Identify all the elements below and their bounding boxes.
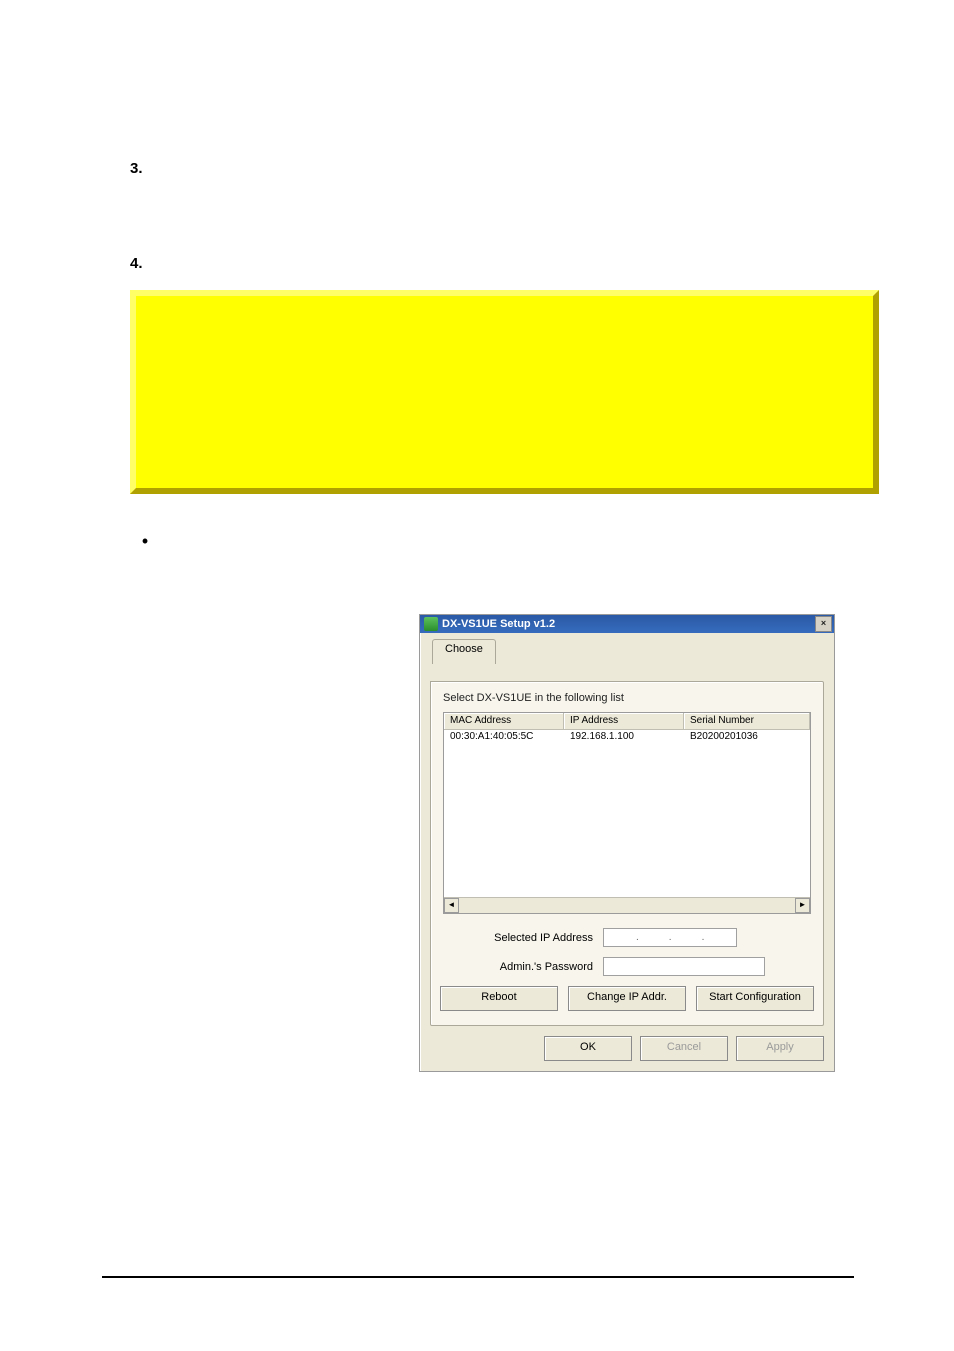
list-header: MAC Address IP Address Serial Number xyxy=(444,713,810,730)
cancel-button: Cancel xyxy=(640,1036,728,1061)
admin-password-input[interactable] xyxy=(603,957,765,976)
list-text-4 xyxy=(164,255,879,272)
list-text-3 xyxy=(164,160,879,177)
change-ip-button[interactable]: Change IP Addr. xyxy=(568,986,686,1011)
dialog-body: Choose Select DX-VS1UE in the following … xyxy=(420,633,834,1071)
label-selected-ip: Selected IP Address xyxy=(443,932,603,944)
selected-ip-input[interactable]: . . . xyxy=(603,928,737,947)
col-header-sn[interactable]: Serial Number xyxy=(684,713,810,730)
list-body[interactable]: 00:30:A1:40:05:5C 192.168.1.100 B2020020… xyxy=(444,730,810,913)
cell-sn: B20200201036 xyxy=(684,730,810,744)
dialog-bottom-buttons: OK Cancel Apply xyxy=(430,1036,824,1061)
reboot-button[interactable]: Reboot xyxy=(440,986,558,1011)
scroll-left-icon[interactable]: ◄ xyxy=(444,898,459,913)
cell-mac: 00:30:A1:40:05:5C xyxy=(444,730,564,744)
scroll-track[interactable] xyxy=(459,898,795,913)
tab-strip: Choose xyxy=(430,639,824,661)
list-number-4: 4. xyxy=(130,255,164,272)
ordered-list-item-4: 4. xyxy=(130,255,879,272)
col-header-ip[interactable]: IP Address xyxy=(564,713,684,730)
start-configuration-button[interactable]: Start Configuration xyxy=(696,986,814,1011)
col-header-mac[interactable]: MAC Address xyxy=(444,713,564,730)
close-icon[interactable]: × xyxy=(815,616,832,632)
setup-dialog-figure: DX-VS1UE Setup v1.2 × Choose Select DX-V… xyxy=(419,614,833,1072)
dialog-titlebar[interactable]: DX-VS1UE Setup v1.2 × xyxy=(420,615,834,633)
table-row[interactable]: 00:30:A1:40:05:5C 192.168.1.100 B2020020… xyxy=(444,730,810,744)
row-admin-password: Admin.'s Password xyxy=(443,957,811,976)
scroll-right-icon[interactable]: ► xyxy=(795,898,810,913)
ok-button[interactable]: OK xyxy=(544,1036,632,1061)
cell-ip: 192.168.1.100 xyxy=(564,730,684,744)
list-number-3: 3. xyxy=(130,160,164,177)
apply-button: Apply xyxy=(736,1036,824,1061)
row-selected-ip: Selected IP Address . . . xyxy=(443,928,811,947)
setup-dialog: DX-VS1UE Setup v1.2 × Choose Select DX-V… xyxy=(419,614,835,1072)
bullet-item: • xyxy=(130,532,879,550)
panel-caption: Select DX-VS1UE in the following list xyxy=(443,692,811,704)
device-list[interactable]: MAC Address IP Address Serial Number 00:… xyxy=(443,712,811,914)
footer-divider xyxy=(102,1276,854,1278)
ordered-list-item-3: 3. xyxy=(130,160,879,177)
highlight-note-panel xyxy=(130,290,879,494)
tab-panel: Select DX-VS1UE in the following list MA… xyxy=(430,681,824,1026)
form-area: Selected IP Address . . . Admin.'s Passw… xyxy=(443,928,811,976)
h-scrollbar[interactable]: ◄ ► xyxy=(444,897,810,913)
dialog-title-text: DX-VS1UE Setup v1.2 xyxy=(442,618,555,630)
app-icon xyxy=(424,617,438,631)
action-button-row: Reboot Change IP Addr. Start Configurati… xyxy=(443,986,811,1011)
bullet-glyph: • xyxy=(130,532,160,550)
tab-choose[interactable]: Choose xyxy=(432,639,496,664)
label-admin-password: Admin.'s Password xyxy=(443,961,603,973)
